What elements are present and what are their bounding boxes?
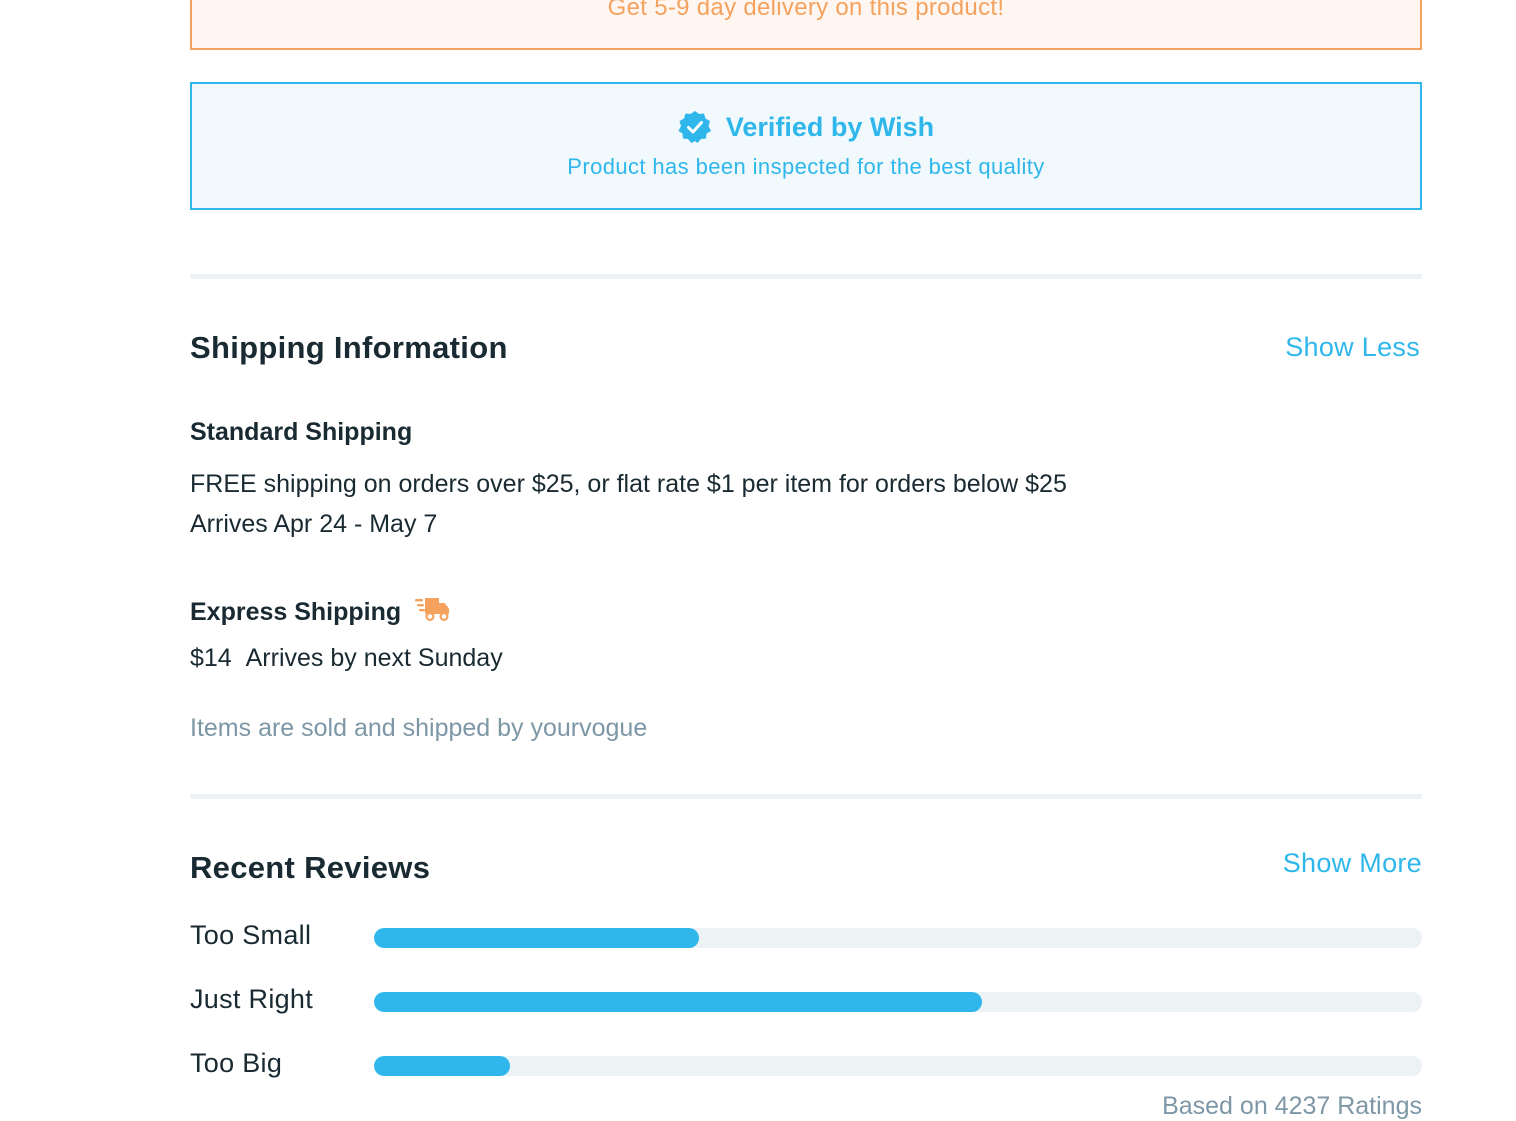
- express-shipping-price: $14: [190, 644, 232, 672]
- verified-title-row: Verified by Wish: [192, 110, 1420, 144]
- express-truck-icon: [415, 596, 451, 629]
- fit-bar-fill: [374, 1056, 511, 1076]
- standard-shipping-title: Standard Shipping: [190, 418, 412, 447]
- section-divider: [190, 794, 1422, 799]
- fit-bar-fill: [374, 928, 699, 948]
- standard-shipping-label: Standard Shipping: [190, 418, 413, 446]
- fit-bar-fill: [374, 992, 982, 1012]
- fit-row: Too Big: [190, 1048, 1422, 1078]
- seller-note: Items are sold and shipped by yourvogue: [190, 714, 648, 742]
- verified-box: Verified by Wish Product has been inspec…: [190, 82, 1422, 210]
- fit-label: Too Big: [190, 1048, 283, 1078]
- fit-label: Just Right: [190, 984, 314, 1014]
- delivery-banner: Get 5-9 day delivery on this product!: [190, 0, 1422, 50]
- reviews-show-more-link[interactable]: Show More: [1283, 848, 1422, 879]
- express-shipping-arrival: Arrives by next Sunday: [245, 644, 503, 672]
- verified-title: Verified by Wish: [725, 111, 935, 142]
- verified-badge-icon: [678, 110, 712, 144]
- standard-shipping-description: FREE shipping on orders over $25, or fla…: [190, 470, 1067, 498]
- verified-subtitle: Product has been inspected for the best …: [567, 154, 1045, 179]
- reviews-section-title: Recent Reviews: [190, 850, 431, 885]
- express-shipping-label: Express Shipping: [190, 598, 402, 626]
- ratings-caption: Based on 4237 Ratings: [1162, 1092, 1422, 1120]
- fit-row: Just Right: [190, 984, 1422, 1014]
- fit-label: Too Small: [190, 920, 312, 950]
- shipping-show-less-link[interactable]: Show Less: [1285, 332, 1420, 363]
- express-shipping-details: $14 Arrives by next Sunday: [190, 644, 503, 673]
- fit-bar-track: [374, 928, 1422, 948]
- fit-bar-track: [374, 992, 1422, 1012]
- delivery-banner-text: Get 5-9 day delivery on this product!: [607, 0, 1005, 21]
- section-divider: [190, 274, 1422, 279]
- shipping-section-title: Shipping Information: [190, 330, 508, 365]
- fit-bar-track: [374, 1056, 1422, 1076]
- express-shipping-title: Express Shipping: [190, 596, 451, 629]
- fit-row: Too Small: [190, 920, 1422, 950]
- standard-shipping-arrival: Arrives Apr 24 - May 7: [190, 510, 438, 538]
